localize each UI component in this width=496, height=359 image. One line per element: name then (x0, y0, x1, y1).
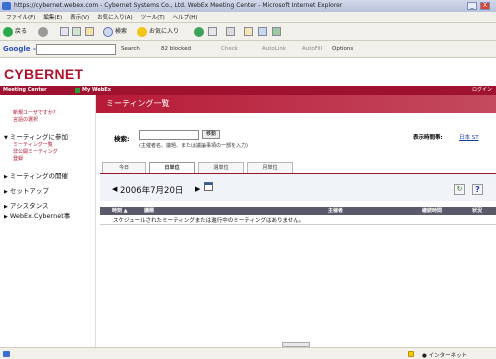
refresh-button[interactable] (72, 26, 82, 38)
calendar-icon[interactable] (204, 182, 213, 191)
search-label: 検索: (114, 135, 130, 143)
google-logo[interactable]: Google - (3, 45, 36, 53)
language-link[interactable]: 言語の選択 (13, 116, 38, 123)
lock-icon (408, 351, 414, 357)
column-status[interactable]: 状況 (472, 207, 482, 215)
menu-edit[interactable]: 編集(E) (43, 15, 62, 21)
messenger-icon (258, 27, 267, 36)
internet-zone: ● インターネット (422, 353, 468, 359)
popup-blocker[interactable]: 82 blocked (161, 45, 191, 54)
forward-arrow-icon (38, 26, 48, 37)
go-button[interactable]: 移動 (202, 130, 220, 139)
discuss-button[interactable] (258, 26, 268, 38)
autofill-button[interactable]: AutoFill (302, 45, 322, 54)
site-nav-strip: Meeting Center My WebEx ログイン (0, 86, 496, 95)
home-icon (85, 27, 94, 36)
search-icon (103, 26, 113, 37)
menu-bar: ファイル(F) 編集(E) 表示(V) お気に入り(A) ツール(T) ヘルプ(… (0, 12, 496, 23)
window-titlebar: https://cybernet.webex.com - Cybernet Sy… (0, 0, 496, 12)
search-button[interactable]: 検索 (103, 26, 127, 38)
minimize-button[interactable]: _ (467, 2, 477, 10)
back-arrow-icon (3, 26, 13, 37)
refresh-list-icon[interactable]: ↻ (454, 184, 465, 195)
mail-button[interactable] (208, 26, 218, 38)
home-button[interactable] (85, 26, 95, 38)
star-icon (137, 26, 147, 37)
timezone-link[interactable]: 日本 ST (459, 133, 479, 141)
timezone-label: 表示時間帯: (413, 135, 443, 141)
edit-button[interactable] (244, 26, 254, 38)
menu-favorites[interactable]: お気に入り(A) (97, 15, 133, 21)
tab-daily[interactable]: 日単位 (149, 162, 195, 173)
print-button[interactable] (226, 26, 236, 38)
google-toolbar: Google - Search 82 blocked Check AutoLin… (0, 41, 496, 58)
refresh-icon (72, 27, 81, 36)
next-date-button[interactable]: ▶ (195, 185, 200, 193)
edit-icon (244, 27, 253, 36)
google-search-input[interactable] (36, 44, 116, 55)
sidebar-section-host[interactable]: ミーティングの開催 (4, 170, 68, 180)
tab-weekly[interactable]: 週単位 (198, 162, 244, 173)
back-button[interactable]: 戻る (3, 26, 27, 38)
sidebar: 新規ユーザですか? 言語の選択 ミーティングに参加 ミーティング一覧 非公開ミー… (0, 95, 95, 347)
menu-file[interactable]: ファイル(F) (6, 15, 35, 21)
favorites-button[interactable]: お気に入り (137, 26, 179, 38)
stop-button[interactable] (60, 26, 70, 38)
google-search-button[interactable]: Search (121, 45, 140, 54)
sidebar-section-assistance[interactable]: アシスタンス (4, 200, 49, 210)
history-icon (194, 26, 204, 37)
sidebar-item-private-meeting[interactable]: 非公開ミーティング (13, 148, 58, 155)
nav-meeting-center[interactable]: Meeting Center (3, 86, 47, 95)
nav-my-webex[interactable]: My WebEx (75, 86, 111, 95)
search-hint: (主催者名、議題、または議論事項の一部を入力) (139, 143, 248, 149)
meeting-table-header: 時刻 ▲ 議題 主催者 継続時間 状況 (100, 207, 496, 215)
sidebar-section-join[interactable]: ミーティングに参加 (4, 131, 68, 141)
column-topic[interactable]: 議題 (144, 207, 154, 215)
browser-toolbar: 戻る 検索 お気に入り (0, 23, 496, 41)
stop-icon (60, 27, 69, 36)
tab-today[interactable]: 今日 (102, 162, 146, 173)
page-title: ミーティング一覧 (96, 95, 496, 113)
sidebar-section-setup[interactable]: セットアップ (4, 185, 49, 195)
research-icon (272, 27, 281, 36)
sidebar-section-webex-cybernet[interactable]: WebEx.Cybernet事 (4, 210, 70, 220)
menu-help[interactable]: ヘルプ(H) (173, 15, 198, 21)
window-title: https://cybernet.webex.com - Cybernet Sy… (14, 2, 343, 9)
print-icon (226, 27, 235, 36)
login-link[interactable]: ログイン (472, 86, 492, 95)
row-divider (100, 224, 496, 225)
tab-monthly[interactable]: 月単位 (247, 162, 293, 173)
research-button[interactable] (272, 26, 282, 38)
mail-icon (208, 27, 217, 36)
google-options-button[interactable]: Options (332, 45, 353, 54)
status-bar: ● インターネット (0, 347, 496, 359)
sidebar-item-meeting-list[interactable]: ミーティング一覧 (13, 141, 53, 148)
column-host[interactable]: 主催者 (328, 207, 343, 215)
sidebar-item-register[interactable]: 登録 (13, 155, 23, 162)
cybernet-logo: CYBERNET (4, 66, 84, 82)
empty-list-message: スケジュールされたミーティングまたは進行中のミーティングはありません。 (113, 218, 305, 224)
search-input[interactable] (139, 130, 199, 140)
menu-view[interactable]: 表示(V) (70, 15, 89, 21)
autolink-button[interactable]: AutoLink (262, 45, 286, 54)
column-time[interactable]: 時刻 ▲ (112, 207, 128, 215)
column-duration[interactable]: 継続時間 (422, 207, 442, 215)
ie-icon (2, 2, 11, 10)
spell-check-button[interactable]: Check (221, 45, 238, 54)
close-button[interactable]: X (480, 2, 490, 10)
new-user-link[interactable]: 新規ユーザですか? (13, 109, 56, 116)
prev-date-button[interactable]: ◀ (112, 185, 117, 193)
menu-tools[interactable]: ツール(T) (141, 15, 165, 21)
forward-button[interactable] (38, 26, 50, 38)
help-icon[interactable]: ? (472, 184, 483, 195)
history-button[interactable] (194, 26, 206, 38)
current-date: 2006年7月20日 (120, 186, 184, 196)
page-status-icon (3, 351, 10, 357)
